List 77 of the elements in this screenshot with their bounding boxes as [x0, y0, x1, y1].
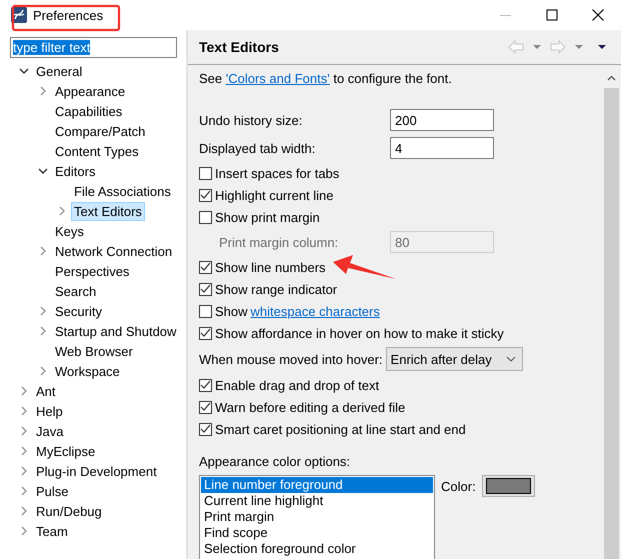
checkbox[interactable]	[199, 400, 212, 414]
maximize-icon[interactable]	[546, 9, 558, 21]
field-label: Print margin column:	[218, 234, 340, 250]
tree-item[interactable]: Network Connection	[52, 242, 176, 260]
checkbox-label[interactable]: Warn before editing a derived file	[215, 400, 406, 414]
checkbox[interactable]	[199, 282, 212, 296]
tree-item[interactable]: Pulse	[33, 482, 72, 500]
tree-item[interactable]: Web Browser	[52, 342, 136, 360]
input-field[interactable]: 80	[390, 231, 494, 253]
tree-item[interactable]: Ant	[33, 382, 59, 400]
section-label: Appearance color options:	[199, 453, 352, 471]
hover-dropdown[interactable]: Enrich after delay	[386, 347, 523, 371]
tree-item[interactable]: Security	[52, 302, 105, 320]
input-field[interactable]: 4	[390, 137, 494, 159]
checkbox-label[interactable]: Insert spaces for tabs	[215, 166, 340, 180]
checkbox[interactable]	[199, 188, 212, 202]
field-label: Undo history size:	[199, 112, 304, 128]
tree-item[interactable]: Capabilities	[52, 102, 126, 120]
forward-arrow-icon[interactable]	[550, 40, 566, 54]
field-label: When mouse moved into hover:	[199, 352, 383, 366]
tree-item[interactable]: Team	[33, 522, 71, 540]
list-item[interactable]: Print margin	[201, 509, 433, 525]
checkbox[interactable]	[199, 378, 212, 392]
list-item[interactable]: Line number foreground	[201, 477, 433, 493]
tree-item[interactable]: Content Types	[52, 142, 142, 160]
checkbox[interactable]	[199, 422, 212, 436]
caret-icon	[506, 356, 516, 362]
list-item[interactable]: Current line highlight	[201, 493, 433, 509]
caret-icon[interactable]	[575, 45, 583, 49]
scroll-up-icon[interactable]	[607, 75, 616, 82]
scrollbar-thumb[interactable]	[604, 88, 619, 559]
checkbox-label[interactable]: Highlight current line	[215, 188, 334, 202]
list-item[interactable]: Find scope	[201, 525, 433, 541]
tree-item[interactable]: File Associations	[71, 182, 174, 200]
info-text: See 'Colors and Fonts' to configure the font.	[199, 70, 453, 88]
tree-item[interactable]: General	[33, 62, 86, 80]
color-label: Color:	[441, 479, 476, 496]
tree-item[interactable]: Keys	[52, 222, 87, 240]
checkbox[interactable]	[199, 326, 212, 340]
checkbox[interactable]	[199, 304, 212, 318]
checkbox-label[interactable]: Show affordance in hover on how to make it sticky	[215, 326, 504, 340]
checkbox[interactable]	[199, 260, 212, 274]
caret-icon[interactable]	[533, 45, 541, 49]
tree-item[interactable]: Workspace	[52, 362, 123, 380]
tree-item[interactable]: MyEclipse	[33, 442, 98, 460]
tree-item[interactable]: Compare/Patch	[52, 122, 148, 140]
checkbox-label[interactable]: Show range indicator	[215, 282, 338, 296]
input-field[interactable]: 200	[390, 109, 494, 131]
tree-item[interactable]: Text Editors	[71, 202, 145, 220]
tree-item[interactable]: Plug-in Development	[33, 462, 160, 480]
checkbox-label[interactable]: Show print margin	[215, 210, 320, 224]
filter-field[interactable]: type filter text	[10, 37, 177, 58]
tree-item[interactable]: Java	[33, 422, 66, 440]
window-title: Preferences	[33, 8, 104, 22]
checkbox-label[interactable]: Smart caret positioning at line start and end	[215, 422, 466, 436]
color-picker-button[interactable]	[482, 475, 535, 497]
tree-item[interactable]: Appearance	[52, 82, 128, 100]
whitespace-link[interactable]: whitespace characters	[250, 304, 380, 318]
tree-item[interactable]: Editors	[52, 162, 98, 180]
view-menu-icon[interactable]	[598, 45, 606, 49]
tree-item[interactable]: Run/Debug	[33, 502, 105, 520]
checkbox[interactable]	[199, 166, 212, 180]
color-options-list[interactable]: Line number foreground Current line highlight Print margin Find scope Selection foreground color	[199, 475, 435, 559]
page-title: Text Editors	[199, 39, 280, 55]
tree-item[interactable]: Startup and Shutdow	[52, 322, 180, 340]
tree-item[interactable]: Help	[33, 402, 66, 420]
tree-item[interactable]: Search	[52, 282, 100, 300]
checkbox-label[interactable]: Show line numbers	[215, 260, 326, 274]
field-label: Displayed tab width:	[199, 140, 316, 156]
tree-item[interactable]: Perspectives	[52, 262, 132, 280]
checkbox-label[interactable]: Show	[215, 304, 248, 318]
close-icon[interactable]	[592, 9, 604, 21]
colors-fonts-link[interactable]: 'Colors and Fonts'	[226, 71, 330, 86]
checkbox-label[interactable]: Enable drag and drop of text	[215, 378, 380, 392]
checkbox[interactable]	[199, 210, 212, 224]
back-arrow-icon[interactable]	[508, 40, 524, 54]
list-item[interactable]: Selection foreground color	[201, 541, 433, 557]
